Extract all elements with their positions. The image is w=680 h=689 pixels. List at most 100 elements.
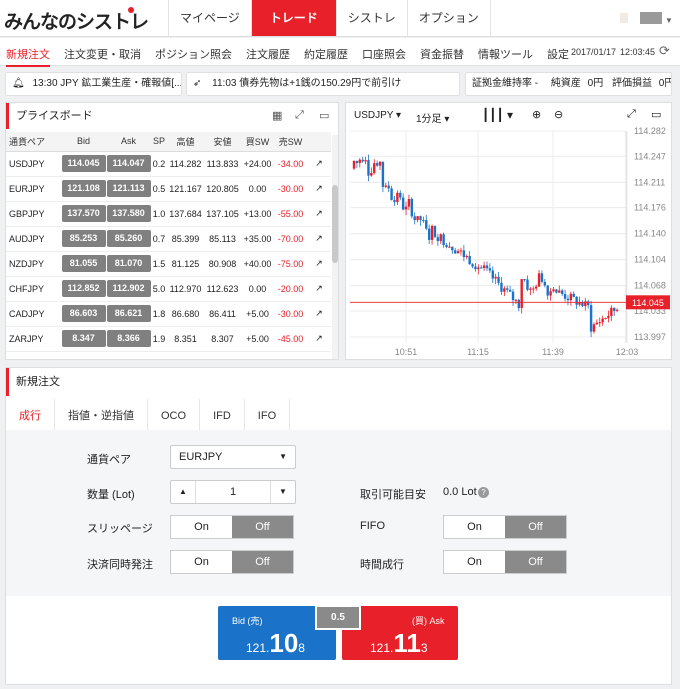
- tab-ifo[interactable]: IFO: [245, 399, 291, 433]
- ask-price[interactable]: 121.113: [106, 180, 151, 197]
- ask-price[interactable]: 114.047: [106, 155, 151, 172]
- news-ticker-2[interactable]: ➶ 11:03 債券先物は+1銭の150.29円で前引け: [186, 72, 460, 96]
- mini-chart-icon[interactable]: ↗: [307, 301, 331, 327]
- ask-cell[interactable]: 81.070: [106, 251, 151, 277]
- mini-chart-icon[interactable]: ↗: [307, 276, 331, 302]
- ask-price[interactable]: 81.070: [106, 255, 151, 272]
- bid-price[interactable]: 8.347: [61, 330, 106, 347]
- bid-price[interactable]: 112.852: [61, 280, 106, 297]
- fifo-on[interactable]: On: [444, 516, 505, 538]
- ask-price[interactable]: 86.621: [106, 305, 151, 322]
- price-board-scrollbar[interactable]: [332, 135, 338, 359]
- price-row[interactable]: CADJPY 86.603 86.621 1.8 86.680 86.411 +5.00 -3…: [6, 301, 331, 327]
- price-row[interactable]: GBPJPY 137.570 137.580 1.0 137.684 137.105 +13…: [6, 201, 331, 227]
- bid-cell[interactable]: 121.108: [61, 176, 106, 202]
- chart-expand-icon[interactable]: ⤢: [627, 108, 636, 121]
- tab-limit-stop[interactable]: 指値・逆指値: [55, 399, 148, 433]
- qty-stepper[interactable]: ▲ 1 ▼: [170, 480, 296, 504]
- nav-option[interactable]: オプション: [406, 0, 491, 36]
- bid-price[interactable]: 85.253: [61, 230, 106, 247]
- ask-cell[interactable]: 114.047: [106, 151, 151, 177]
- slippage-toggle[interactable]: On Off: [170, 515, 294, 539]
- ask-cell[interactable]: 86.621: [106, 301, 151, 327]
- zoom-out-icon[interactable]: ⊖: [554, 108, 563, 121]
- bid-price[interactable]: 86.603: [61, 305, 106, 322]
- tab-market[interactable]: 成行: [6, 399, 55, 433]
- tab-ifd[interactable]: IFD: [200, 399, 245, 433]
- bid-price[interactable]: 81.055: [61, 255, 106, 272]
- bid-price[interactable]: 137.570: [61, 205, 106, 222]
- price-row[interactable]: EURJPY 121.108 121.113 0.5 121.167 120.805 0.0…: [6, 176, 331, 202]
- mini-chart-icon[interactable]: ↗: [307, 326, 331, 352]
- refresh-icon[interactable]: ⟳: [659, 43, 670, 59]
- nav-mypage[interactable]: マイページ: [168, 0, 251, 36]
- qty-up-icon[interactable]: ▲: [171, 481, 195, 503]
- settle-on[interactable]: On: [171, 551, 232, 573]
- time-market-on[interactable]: On: [444, 551, 505, 573]
- fifo-toggle[interactable]: On Off: [443, 515, 567, 539]
- ask-cell[interactable]: 137.580: [106, 201, 151, 227]
- user-name-masked[interactable]: [640, 12, 662, 24]
- mini-chart-icon[interactable]: ↗: [307, 226, 331, 252]
- subnav-positions[interactable]: ポジション照会: [155, 46, 232, 67]
- mini-chart-icon[interactable]: ↗: [307, 251, 331, 277]
- ask-cell[interactable]: 112.902: [106, 276, 151, 302]
- subnav-settings[interactable]: 設定: [547, 46, 569, 67]
- tab-oco[interactable]: OCO: [148, 399, 201, 433]
- chart-popout-icon[interactable]: ▭: [651, 108, 661, 121]
- mini-chart-icon[interactable]: ↗: [307, 176, 331, 202]
- bid-cell[interactable]: 112.852: [61, 276, 106, 302]
- popout-icon[interactable]: ▭: [319, 109, 329, 122]
- price-row[interactable]: CHFJPY 112.852 112.902 5.0 112.970 112.623 0.0…: [6, 276, 331, 302]
- slippage-on[interactable]: On: [171, 516, 232, 538]
- qty-down-icon[interactable]: ▼: [271, 481, 295, 503]
- subnav-info-tools[interactable]: 情報ツール: [478, 46, 533, 67]
- mini-chart-icon[interactable]: ↗: [307, 151, 331, 177]
- logo[interactable]: みんなのシストレ: [4, 7, 149, 34]
- mini-chart-icon[interactable]: ↗: [307, 201, 331, 227]
- subnav-exec-history[interactable]: 約定履歴: [304, 46, 348, 67]
- chart-interval-select[interactable]: 1分足 ▾: [416, 110, 449, 125]
- bid-price[interactable]: 114.045: [61, 155, 106, 172]
- ask-price[interactable]: 137.580: [106, 205, 151, 222]
- zoom-in-icon[interactable]: ⊕: [532, 108, 541, 121]
- settle-toggle[interactable]: On Off: [170, 550, 294, 574]
- settle-off[interactable]: Off: [232, 551, 293, 573]
- chart-type-icon[interactable]: ┃┃┃ ▾: [482, 108, 513, 122]
- subnav-account[interactable]: 口座照会: [362, 46, 406, 67]
- bid-cell[interactable]: 81.055: [61, 251, 106, 277]
- user-menu-chevron-icon[interactable]: ▼: [665, 16, 673, 25]
- fifo-off[interactable]: Off: [505, 516, 566, 538]
- ask-price[interactable]: 8.366: [106, 330, 151, 347]
- qty-input[interactable]: 1: [195, 481, 271, 503]
- bid-cell[interactable]: 86.603: [61, 301, 106, 327]
- bid-cell[interactable]: 114.045: [61, 151, 106, 177]
- ask-cell[interactable]: 85.260: [106, 226, 151, 252]
- user-icon[interactable]: [620, 13, 628, 23]
- price-row[interactable]: ZARJPY 8.347 8.366 1.9 8.351 8.307 +5.00 -45.00…: [6, 326, 331, 352]
- nav-systrade[interactable]: シストレ: [335, 0, 407, 36]
- pair-select[interactable]: EURJPY ▼: [170, 445, 296, 469]
- time-market-toggle[interactable]: On Off: [443, 550, 567, 574]
- price-row[interactable]: AUDJPY 85.253 85.260 0.7 85.399 85.113 +35.00-…: [6, 226, 331, 252]
- subnav-transfer[interactable]: 資金振替: [420, 46, 464, 67]
- subnav-modify-order[interactable]: 注文変更・取消: [64, 46, 141, 67]
- expand-icon[interactable]: ⤢: [295, 109, 304, 122]
- price-row[interactable]: USDJPY 114.045 114.047 0.2 114.282 113.833 +24…: [6, 151, 331, 177]
- slippage-off[interactable]: Off: [232, 516, 293, 538]
- bid-cell[interactable]: 85.253: [61, 226, 106, 252]
- ask-cell[interactable]: 121.113: [106, 176, 151, 202]
- help-icon[interactable]: ?: [478, 487, 489, 498]
- bid-price[interactable]: 121.108: [61, 180, 106, 197]
- bid-cell[interactable]: 137.570: [61, 201, 106, 227]
- chart-pair-select[interactable]: USDJPY ▾: [354, 110, 401, 121]
- subnav-new-order[interactable]: 新規注文: [6, 46, 50, 67]
- bid-cell[interactable]: 8.347: [61, 326, 106, 352]
- grid-view-icon[interactable]: ▦: [272, 109, 282, 122]
- price-row[interactable]: NZDJPY 81.055 81.070 1.5 81.125 80.908 +40.00-…: [6, 251, 331, 277]
- time-market-off[interactable]: Off: [505, 551, 566, 573]
- subnav-order-history[interactable]: 注文履歴: [246, 46, 290, 67]
- nav-trade[interactable]: トレード: [250, 0, 336, 36]
- ask-price[interactable]: 85.260: [106, 230, 151, 247]
- candlestick-chart[interactable]: 114.282 114.247 114.211 114.176 114.140 114.1…: [346, 127, 673, 359]
